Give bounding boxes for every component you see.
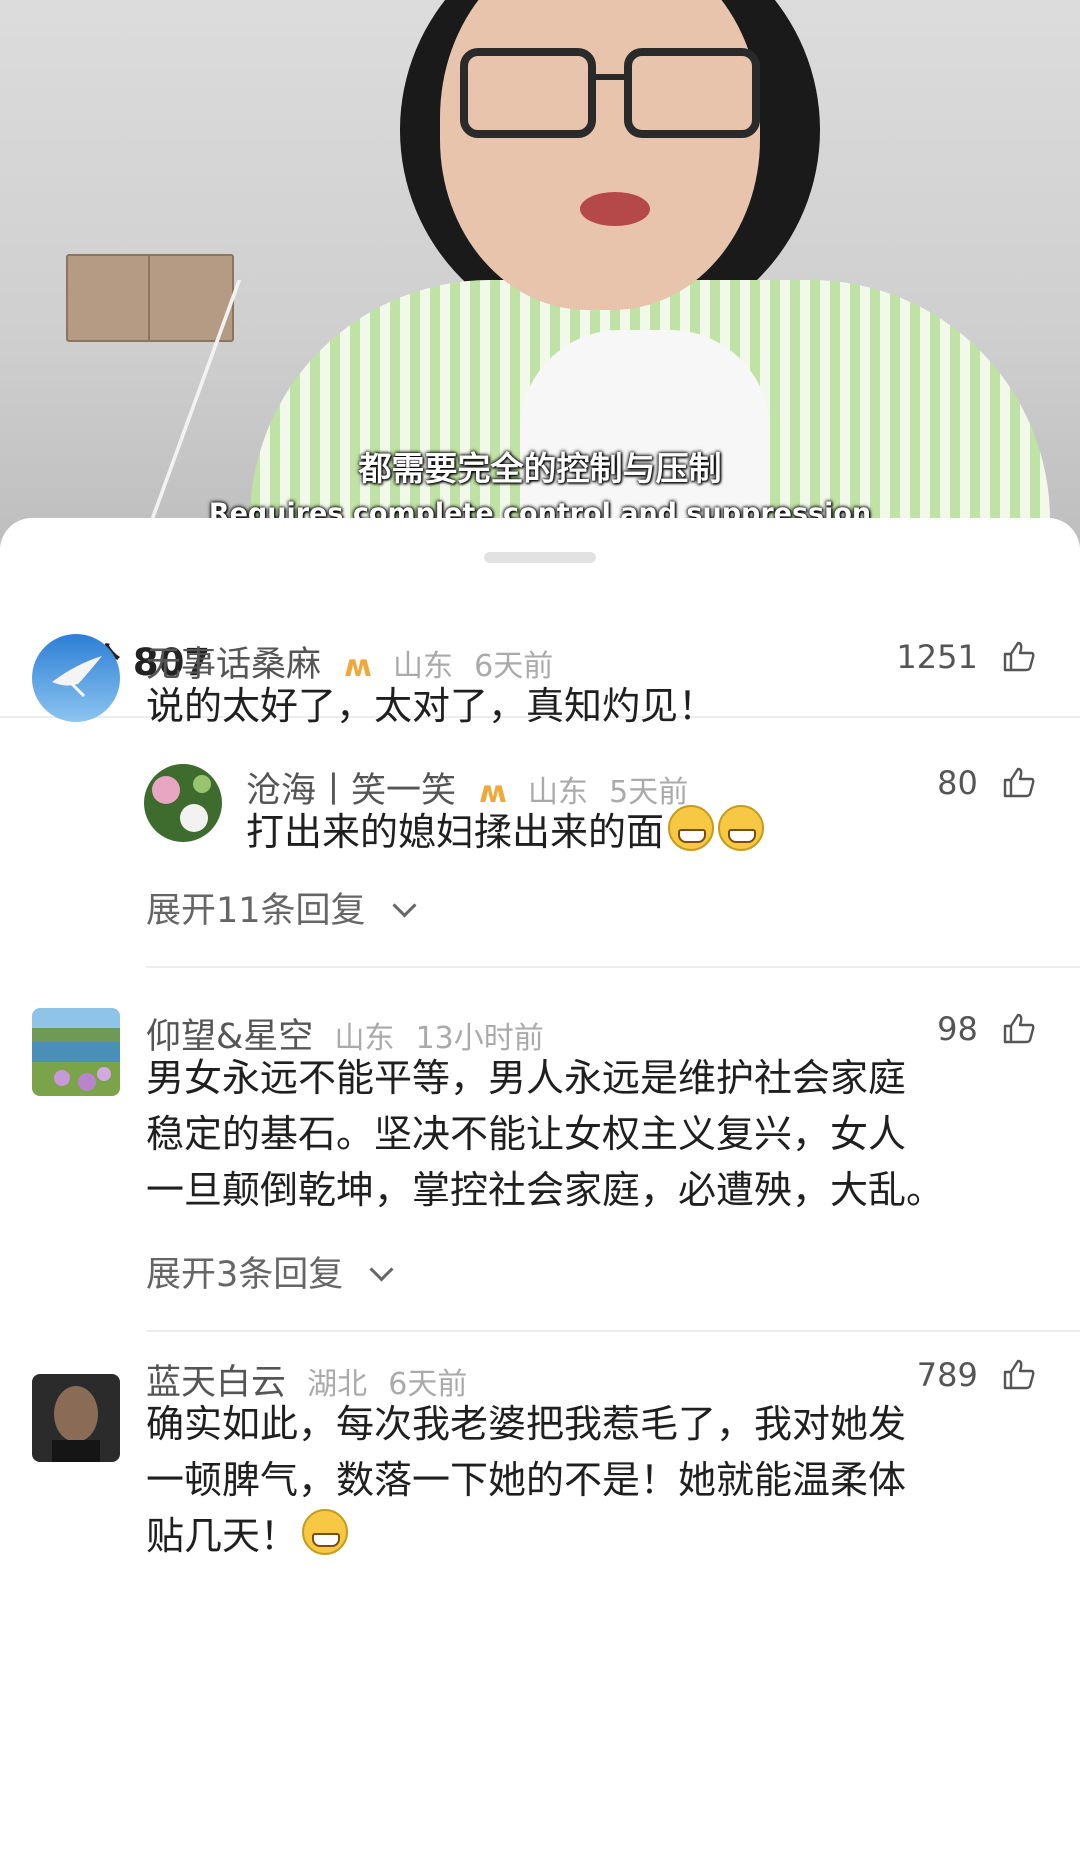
comment-text: 确实如此，每次我老婆把我惹毛了，我对她发 <box>146 1402 907 1446</box>
glasses-icon <box>460 48 760 138</box>
like-button[interactable]: 98 <box>937 1010 1036 1048</box>
like-button[interactable]: 789 <box>917 1356 1036 1394</box>
expand-replies-button[interactable]: 展开3条回复 <box>146 1246 394 1297</box>
avatar[interactable] <box>32 1008 120 1096</box>
comment-divider <box>146 966 1080 968</box>
grin-emoji-icon <box>668 805 715 851</box>
like-count: 789 <box>916 1356 978 1394</box>
thumbs-up-icon <box>1003 1359 1035 1390</box>
landscape-avatar-icon <box>32 1008 120 1096</box>
expand-replies-label: 展开3条回复 <box>146 1255 344 1295</box>
bird-avatar-icon <box>32 634 120 722</box>
reply-avatar[interactable] <box>144 764 222 842</box>
grin-emoji-icon <box>718 805 765 851</box>
laugh-cry-emoji-icon <box>302 1509 349 1555</box>
video-subtitle-cn: 都需要完全的控制与压制 <box>358 449 722 488</box>
reply-like-button[interactable]: 80 <box>937 764 1036 802</box>
comment-text: 男女永远不能平等，男人永远是维护社会家庭 <box>146 1056 907 1100</box>
expand-replies-label: 展开11条回复 <box>146 891 366 931</box>
thumbs-up-icon <box>1003 641 1035 672</box>
comment-text: 稳定的基石。坚决不能让女权主义复兴，女人 <box>146 1112 907 1156</box>
chevron-down-icon <box>392 893 417 918</box>
reply-text: 打出来的媳妇揉出来的面 <box>246 810 665 854</box>
chevron-down-icon <box>369 1257 394 1282</box>
reply-like-count: 80 <box>937 764 978 802</box>
lotus-avatar-icon <box>144 764 222 842</box>
comment-divider <box>146 1330 1080 1332</box>
comment-sheet: 评论 807 无事话桑麻 ʍ 山东 6天前 1251 说的太好了，太对了，真知灼… <box>0 518 1080 1870</box>
avatar[interactable] <box>32 1374 120 1462</box>
sheet-drag-handle[interactable] <box>484 552 596 563</box>
comment-text-row: 贴几天！ <box>146 1508 349 1564</box>
video-player[interactable]: 都需要完全的控制与压制 Requires complete control an… <box>0 0 1080 560</box>
comment-text: 一顿脾气，数落一下她的不是！她就能温柔体 <box>146 1458 907 1502</box>
comment-text: 说的太好了，太对了，真知灼见！ <box>146 684 717 728</box>
like-button[interactable]: 1251 <box>896 638 1036 676</box>
like-count: 1251 <box>896 638 978 676</box>
like-count: 98 <box>937 1010 978 1048</box>
thumbs-up-icon <box>1003 767 1035 798</box>
avatar[interactable] <box>32 634 120 722</box>
comment-text: 一旦颠倒乾坤，掌控社会家庭，必遭殃，大乱。 <box>146 1168 945 1212</box>
thumbs-up-icon <box>1003 1013 1035 1044</box>
portrait-avatar-icon <box>32 1374 120 1462</box>
expand-replies-button[interactable]: 展开11条回复 <box>146 882 417 933</box>
comment-text: 贴几天！ <box>146 1514 299 1558</box>
reply-text-row: 打出来的媳妇揉出来的面 <box>246 804 765 860</box>
